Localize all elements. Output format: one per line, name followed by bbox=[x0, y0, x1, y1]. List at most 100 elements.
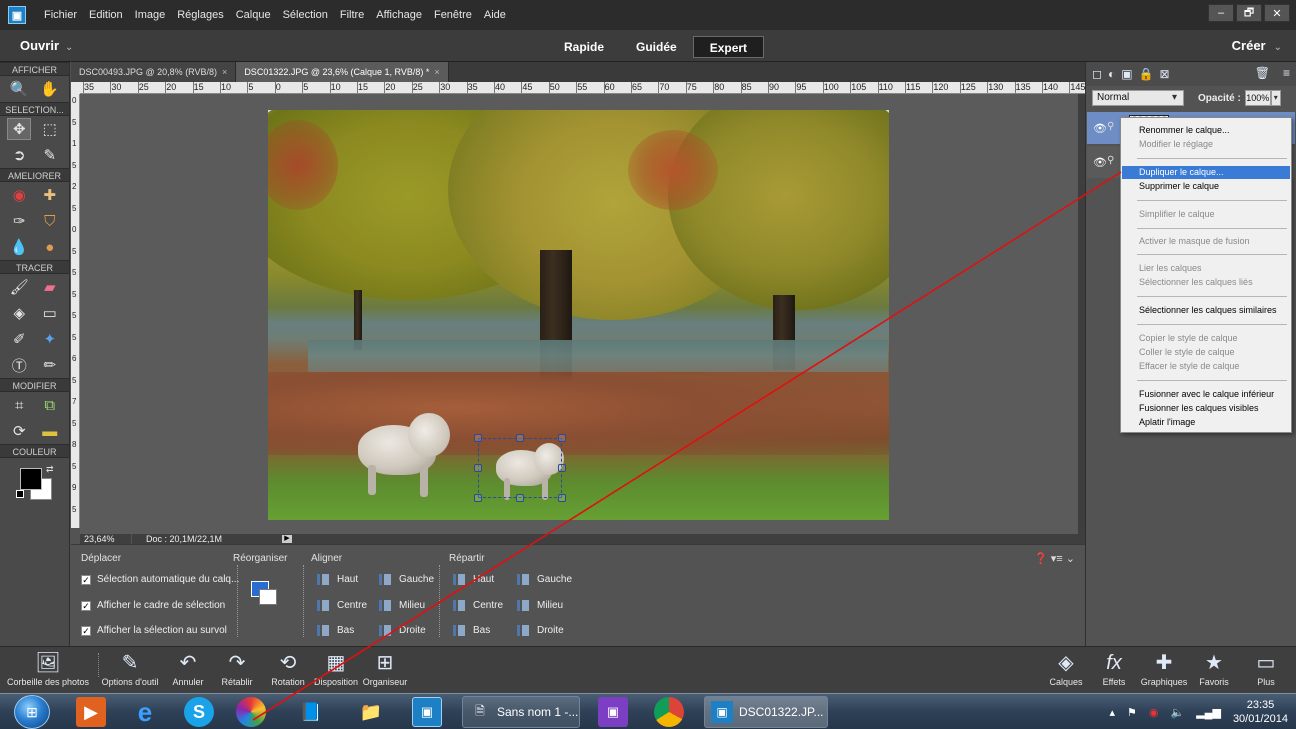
transform-handle[interactable] bbox=[558, 434, 566, 442]
undo-button[interactable]: ↶ Annuler bbox=[166, 647, 210, 694]
hand-tool-icon[interactable]: ✋ bbox=[38, 78, 62, 100]
eye-icon[interactable]: 👁 bbox=[1093, 156, 1107, 169]
checkbox-box[interactable]: ✓ bbox=[81, 625, 91, 636]
distribute-middle-button[interactable]: Milieu bbox=[517, 600, 563, 611]
ctx-simplify-layer[interactable]: Simplifier le calque bbox=[1122, 208, 1290, 221]
lock-icon[interactable]: 🔒 bbox=[1139, 67, 1154, 81]
transform-handle[interactable] bbox=[474, 464, 482, 472]
align-right-button[interactable]: Droite bbox=[379, 625, 426, 636]
status-menu-arrow-icon[interactable]: ▶ bbox=[282, 535, 292, 543]
transform-handle[interactable] bbox=[516, 434, 524, 442]
ctx-select-linked[interactable]: Sélectionner les calques liés bbox=[1122, 276, 1290, 289]
vertical-ruler[interactable]: 0 5 1 5 2 5 0 5 5 5 5 5 6 5 7 5 8 5 9 5 bbox=[71, 94, 80, 528]
minimize-button[interactable]: – bbox=[1208, 4, 1234, 22]
ctx-enable-mask[interactable]: Activer le masque de fusion bbox=[1122, 235, 1290, 248]
vertical-scrollbar[interactable] bbox=[1078, 94, 1085, 534]
app-logo-icon[interactable]: ▣ bbox=[8, 6, 26, 24]
transform-handle[interactable] bbox=[474, 494, 482, 502]
ctx-rename-layer[interactable]: Renommer le calque... bbox=[1122, 124, 1290, 137]
brush-tool-icon[interactable]: 🖌 bbox=[7, 276, 31, 298]
arrange-layers-button[interactable] bbox=[251, 581, 283, 609]
zoom-tool-icon[interactable]: 🔍 bbox=[7, 78, 31, 100]
photo-bin-button[interactable]: 🖼 Corbeille des photos bbox=[0, 647, 96, 694]
show-hidden-icons-icon[interactable]: ▴ bbox=[1110, 706, 1116, 719]
checkbox-box[interactable]: ✓ bbox=[81, 574, 91, 585]
default-colors-icon[interactable] bbox=[16, 490, 24, 498]
menu-calque[interactable]: Calque bbox=[230, 0, 277, 30]
menu-aide[interactable]: Aide bbox=[478, 0, 512, 30]
align-bottom-button[interactable]: Bas bbox=[317, 625, 354, 636]
foreground-color-swatch[interactable] bbox=[20, 468, 42, 490]
show-highlight-checkbox[interactable]: ✓ Afficher la sélection au survol bbox=[81, 625, 227, 636]
ctx-merge-down[interactable]: Fusionner avec le calque inférieur bbox=[1122, 388, 1290, 401]
ctx-delete-layer[interactable]: Supprimer le calque bbox=[1122, 180, 1290, 193]
close-icon[interactable]: × bbox=[434, 67, 439, 77]
media-player-icon[interactable]: ▶ bbox=[76, 697, 106, 727]
layers-button[interactable]: ◈ Calques bbox=[1044, 647, 1088, 694]
ctx-flatten-image[interactable]: Aplatir l'image bbox=[1122, 416, 1290, 429]
doc-tab-dsc00493[interactable]: DSC00493.JPG @ 20,8% (RVB/8) × bbox=[71, 62, 237, 82]
transform-bounding-box[interactable] bbox=[478, 438, 562, 498]
ctx-clear-style[interactable]: Effacer le style de calque bbox=[1122, 360, 1290, 373]
distribute-left-button[interactable]: Gauche bbox=[517, 574, 572, 585]
rotate-button[interactable]: ⟲ Rotation bbox=[266, 647, 310, 694]
book-app-icon[interactable]: 📘 bbox=[296, 697, 326, 727]
ctx-edit-adjustment[interactable]: Modifier le réglage bbox=[1122, 138, 1290, 151]
create-button[interactable]: Créer ⌄ bbox=[1232, 30, 1282, 64]
photo-image[interactable] bbox=[268, 110, 889, 520]
more-button[interactable]: ▭ Plus bbox=[1246, 647, 1286, 694]
picasa-icon[interactable] bbox=[236, 697, 266, 727]
link-icon[interactable]: ⚲ bbox=[1107, 155, 1114, 166]
doc-tab-dsc01322[interactable]: DSC01322.JPG @ 23,6% (Calque 1, RVB/8) *… bbox=[236, 62, 449, 82]
swap-colors-icon[interactable]: ⇄ bbox=[46, 464, 54, 475]
gradient-tool-icon[interactable]: ▭ bbox=[38, 302, 62, 324]
premiere-elements-icon[interactable]: ▣ bbox=[598, 697, 628, 727]
close-icon[interactable]: × bbox=[222, 67, 227, 77]
effects-button[interactable]: fx Effets bbox=[1096, 647, 1132, 694]
transform-handle[interactable] bbox=[516, 494, 524, 502]
trash-icon[interactable]: 🗑 bbox=[1255, 66, 1270, 80]
organizer-button[interactable]: ⊞ Organiseur bbox=[360, 647, 410, 694]
antivirus-icon[interactable]: ◉ bbox=[1149, 706, 1159, 719]
layer-mask-icon[interactable]: ▣ bbox=[1121, 67, 1132, 81]
ctx-select-similar[interactable]: Sélectionner les calques similaires bbox=[1122, 304, 1290, 317]
recompose-tool-icon[interactable]: ⧉ bbox=[38, 394, 62, 416]
show-bounding-box-checkbox[interactable]: ✓ Afficher le cadre de sélection bbox=[81, 600, 225, 611]
network-icon[interactable]: ▂▄▆ bbox=[1196, 706, 1221, 719]
new-layer-icon[interactable]: ◻ bbox=[1092, 67, 1102, 81]
eraser-tool-icon[interactable]: ▰ bbox=[38, 276, 62, 298]
open-button[interactable]: Ouvrir ⌄ bbox=[20, 30, 73, 64]
flag-icon[interactable]: ⚑ bbox=[1127, 706, 1137, 719]
clock[interactable]: 23:35 30/01/2014 bbox=[1233, 698, 1288, 726]
move-tool-icon[interactable]: ✥ bbox=[7, 118, 32, 140]
lasso-tool-icon[interactable]: ➲ bbox=[7, 144, 31, 166]
link-icon[interactable]: ⚲ bbox=[1107, 121, 1114, 132]
ctx-link-layers[interactable]: Lier les calques bbox=[1122, 262, 1290, 275]
align-left-button[interactable]: Gauche bbox=[379, 574, 434, 585]
layout-button[interactable]: ▦ Disposition bbox=[312, 647, 360, 694]
auto-select-checkbox[interactable]: ✓ Sélection automatique du calq... bbox=[81, 574, 239, 585]
menu-filtre[interactable]: Filtre bbox=[334, 0, 370, 30]
menu-reglages[interactable]: Réglages bbox=[171, 0, 229, 30]
start-button[interactable]: ⊞ bbox=[14, 695, 50, 729]
close-window-button[interactable]: ✕ bbox=[1264, 4, 1290, 22]
ctx-paste-style[interactable]: Coller le style de calque bbox=[1122, 346, 1290, 359]
distribute-top-button[interactable]: Haut bbox=[453, 574, 494, 585]
transform-handle[interactable] bbox=[558, 494, 566, 502]
content-aware-move-icon[interactable]: ⟳ bbox=[7, 420, 31, 442]
internet-explorer-icon[interactable]: e bbox=[130, 697, 160, 727]
mode-expert[interactable]: Expert bbox=[692, 36, 765, 58]
align-top-button[interactable]: Haut bbox=[317, 574, 358, 585]
transform-handle[interactable] bbox=[558, 464, 566, 472]
distribute-right-button[interactable]: Droite bbox=[517, 625, 564, 636]
adjustment-layer-icon[interactable]: ◐ bbox=[1108, 67, 1115, 81]
transform-handle[interactable] bbox=[474, 434, 482, 442]
restore-button[interactable]: 🗗 bbox=[1236, 4, 1262, 22]
panel-menu-icon[interactable]: ≡ bbox=[1283, 66, 1290, 80]
type-tool-icon[interactable]: Ⓣ bbox=[7, 354, 31, 376]
menu-image[interactable]: Image bbox=[129, 0, 172, 30]
menu-selection[interactable]: Sélection bbox=[277, 0, 334, 30]
ctx-copy-style[interactable]: Copier le style de calque bbox=[1122, 332, 1290, 345]
opacity-dropdown-icon[interactable]: ▾ bbox=[1270, 90, 1281, 106]
redo-button[interactable]: ↷ Rétablir bbox=[214, 647, 260, 694]
